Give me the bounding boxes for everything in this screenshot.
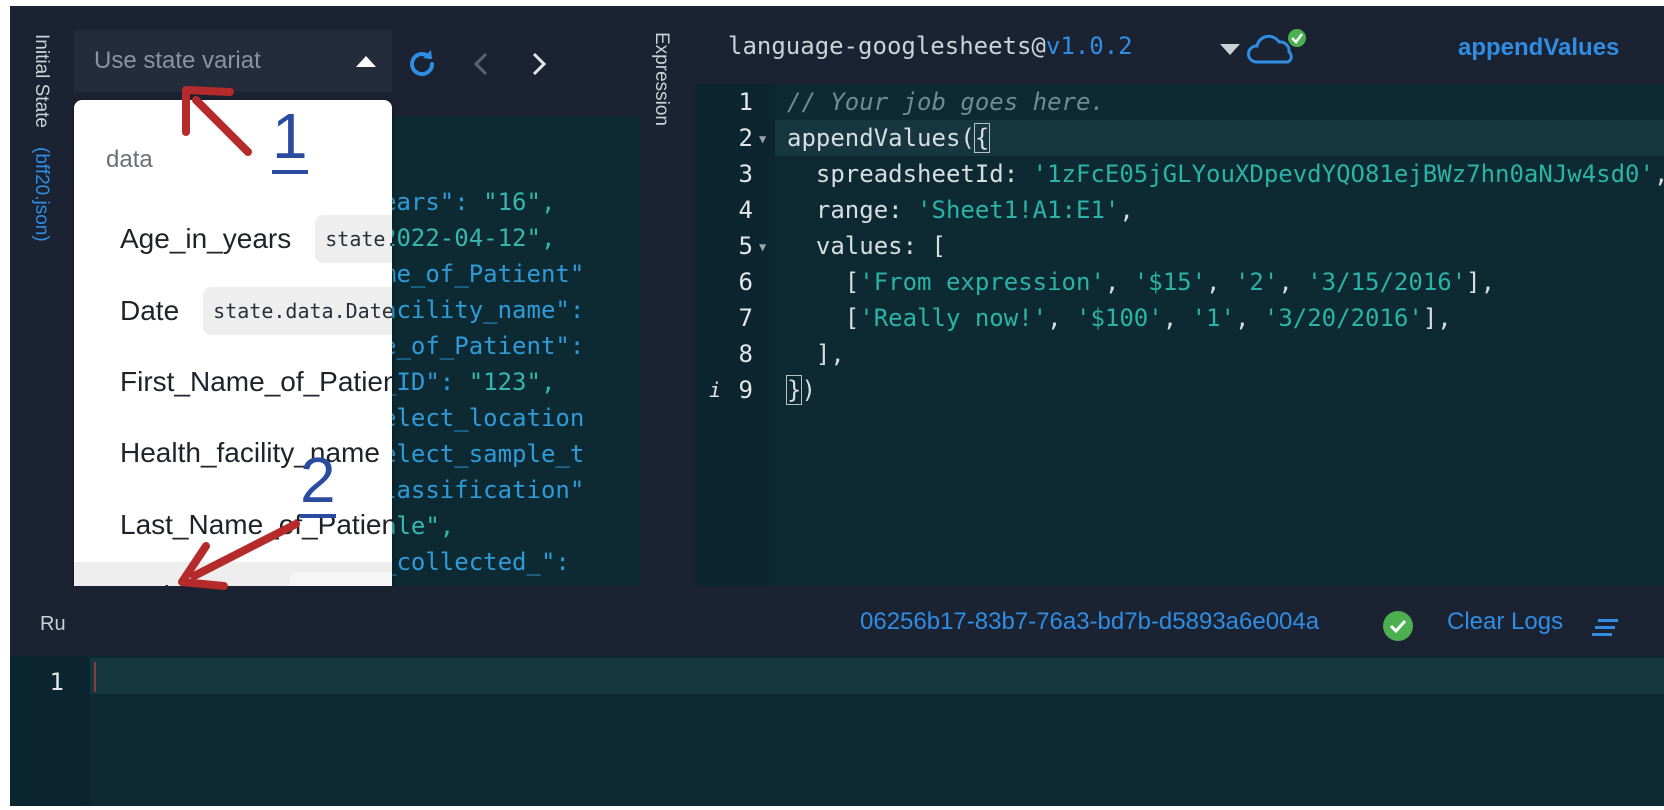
annotation-number-2: 2: [300, 444, 336, 518]
annotation-arrows: [178, 86, 300, 590]
arrow-to-search-icon: [182, 86, 252, 156]
arrow-to-national-id-icon: [178, 520, 300, 590]
annotation-number-1: 1: [272, 100, 308, 174]
app-frame: Initial State (bff20.json) ears": "16", 2…: [10, 6, 1664, 806]
